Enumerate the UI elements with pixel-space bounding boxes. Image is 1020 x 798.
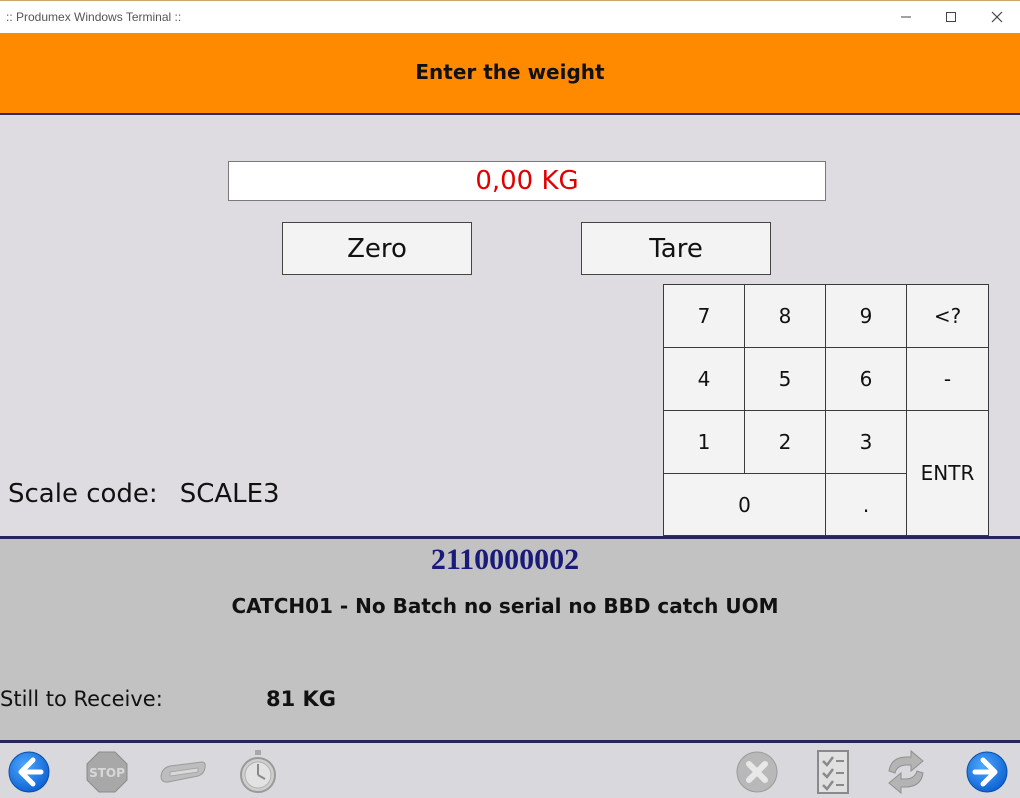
weight-display[interactable]: 0,00 KG xyxy=(228,161,826,201)
key-minus[interactable]: - xyxy=(906,347,989,411)
timer-button[interactable] xyxy=(235,749,281,795)
key-0[interactable]: 0 xyxy=(663,473,826,536)
maximize-icon xyxy=(946,12,956,22)
close-icon xyxy=(991,11,1003,23)
key-8[interactable]: 8 xyxy=(744,284,826,348)
page-title: Enter the weight xyxy=(415,60,605,84)
back-button[interactable] xyxy=(6,749,52,795)
cancel-button[interactable] xyxy=(734,749,780,795)
refresh-icon xyxy=(888,749,924,795)
scanner-icon xyxy=(160,761,206,783)
item-info-panel: 2110000002 CATCH01 - No Batch no serial … xyxy=(0,539,1020,740)
scale-code-value: SCALE3 xyxy=(179,479,280,509)
still-to-receive-value: 81 KG xyxy=(266,687,337,711)
key-1[interactable]: 1 xyxy=(663,410,745,474)
next-button[interactable] xyxy=(964,749,1010,795)
key-4[interactable]: 4 xyxy=(663,347,745,411)
key-backspace[interactable]: <? xyxy=(906,284,989,348)
page-header: Enter the weight xyxy=(0,33,1020,115)
item-code: 2110000002 xyxy=(430,543,580,576)
window-title: :: Produmex Windows Terminal :: xyxy=(6,10,182,24)
key-9[interactable]: 9 xyxy=(825,284,907,348)
arrow-right-icon xyxy=(966,751,1008,793)
zero-button[interactable]: Zero xyxy=(282,222,472,275)
refresh-button[interactable] xyxy=(883,749,929,795)
key-decimal[interactable]: . xyxy=(825,473,907,536)
close-button[interactable] xyxy=(974,5,1020,29)
key-7[interactable]: 7 xyxy=(663,284,745,348)
minimize-button[interactable] xyxy=(883,5,929,29)
stop-text: STOP xyxy=(89,766,125,780)
item-description: CATCH01 - No Batch no serial no BBD catc… xyxy=(231,594,779,618)
minimize-icon xyxy=(901,16,911,18)
stop-button[interactable]: STOP xyxy=(84,749,130,795)
numeric-keypad: 7 8 9 <? 4 5 6 - 1 2 3 ENTR 0 . xyxy=(663,284,989,536)
arrow-left-icon xyxy=(8,751,50,793)
still-to-receive-label: Still to Receive: xyxy=(0,687,163,711)
stop-icon: STOP xyxy=(86,751,128,793)
key-6[interactable]: 6 xyxy=(825,347,907,411)
key-5[interactable]: 5 xyxy=(744,347,826,411)
scale-code: Scale code: SCALE3 xyxy=(8,479,280,509)
key-3[interactable]: 3 xyxy=(825,410,907,474)
bottom-toolbar: STOP xyxy=(0,743,1020,798)
checklist-button[interactable] xyxy=(810,749,856,795)
scanner-button[interactable] xyxy=(158,749,208,795)
weight-entry-panel: 0,00 KG Zero Tare Scale code: SCALE3 7 8 … xyxy=(0,115,1020,536)
maximize-button[interactable] xyxy=(928,5,974,29)
checklist-icon xyxy=(817,750,849,794)
key-enter[interactable]: ENTR xyxy=(906,410,989,536)
key-2[interactable]: 2 xyxy=(744,410,826,474)
window-titlebar: :: Produmex Windows Terminal :: xyxy=(0,0,1020,33)
stopwatch-icon xyxy=(240,750,276,793)
tare-button[interactable]: Tare xyxy=(581,222,771,275)
cancel-icon xyxy=(736,751,778,793)
scale-code-label: Scale code: xyxy=(8,479,158,509)
